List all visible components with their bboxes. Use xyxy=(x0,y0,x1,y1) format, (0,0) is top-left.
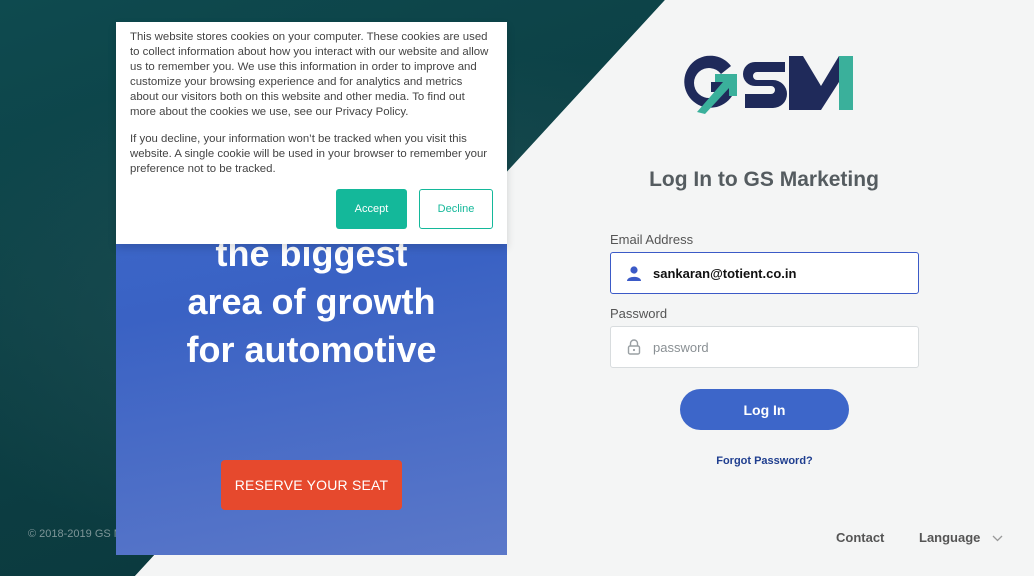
password-input[interactable] xyxy=(653,339,903,355)
cookie-actions: Accept Decline xyxy=(336,189,493,229)
email-input[interactable] xyxy=(653,265,903,281)
cookie-text: This website stores cookies on your comp… xyxy=(130,31,489,118)
password-label: Password xyxy=(610,306,668,321)
gsm-logo xyxy=(684,55,853,114)
login-button[interactable]: Log In xyxy=(680,389,849,430)
promo-headline-line: area of growth xyxy=(187,281,436,322)
chevron-down-icon xyxy=(992,530,1003,545)
forgot-password-link[interactable]: Forgot Password? xyxy=(680,455,849,467)
cookie-text: If you decline, your information won’t b… xyxy=(130,133,488,175)
password-field[interactable] xyxy=(610,326,919,368)
language-label: Language xyxy=(919,530,981,545)
lock-icon xyxy=(625,338,643,356)
decline-cookies-button[interactable]: Decline xyxy=(419,189,493,229)
cookie-banner: This website stores cookies on your comp… xyxy=(116,22,507,244)
email-label: Email Address xyxy=(610,232,694,247)
promo-headline-line: for automotive xyxy=(186,329,437,370)
promo-headline: the biggest area of growth for automotiv… xyxy=(116,230,507,374)
reserve-seat-button[interactable]: RESERVE YOUR SEAT xyxy=(221,460,402,510)
login-title: Log In to GS Marketing xyxy=(649,168,879,191)
email-field[interactable] xyxy=(610,252,919,294)
accept-cookies-button[interactable]: Accept xyxy=(336,189,407,229)
contact-link[interactable]: Contact xyxy=(836,530,884,545)
user-icon xyxy=(625,264,643,282)
language-selector[interactable]: Language xyxy=(919,530,1003,545)
